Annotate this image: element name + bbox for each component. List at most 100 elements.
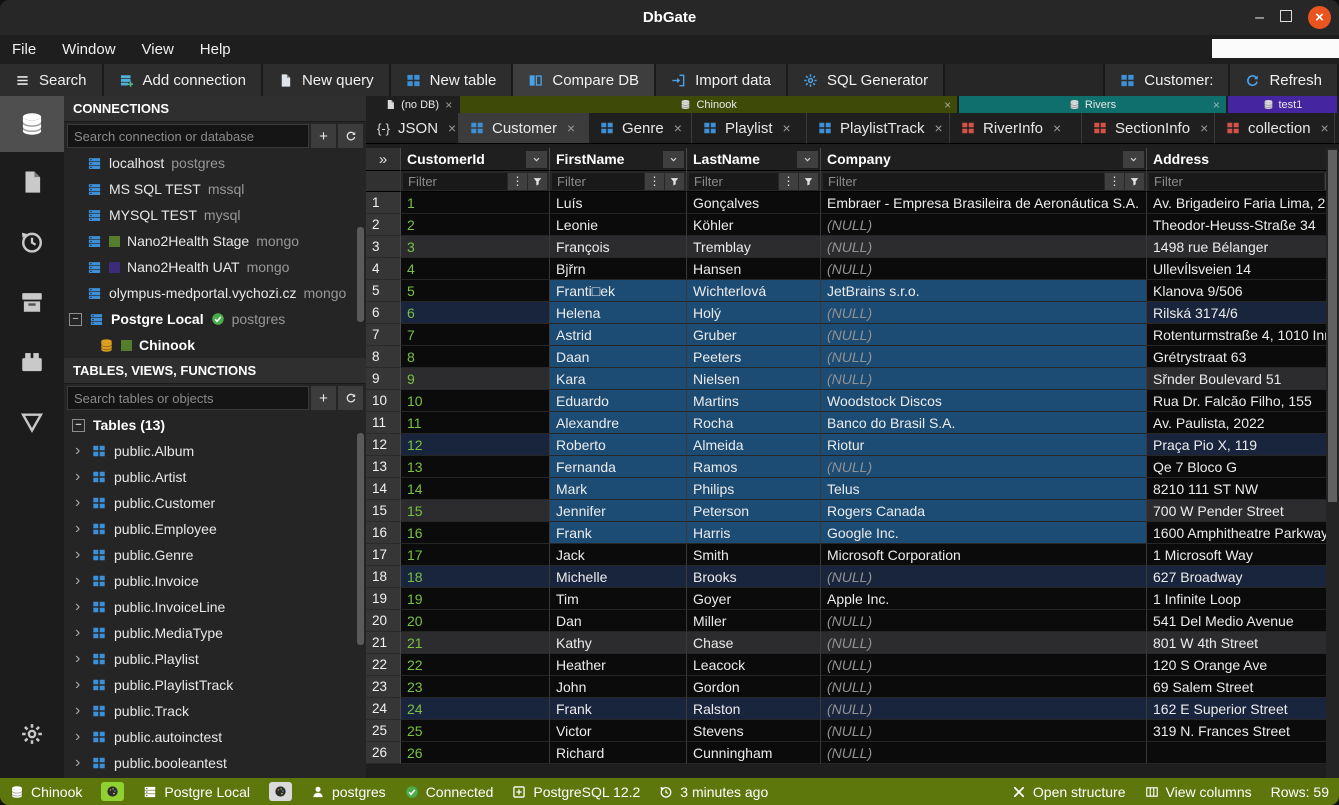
row-number[interactable]: 21: [366, 632, 401, 654]
toolbar-import-data[interactable]: Import data: [656, 64, 786, 96]
cell-lastname[interactable]: Tremblay: [687, 236, 821, 258]
rail-cell-data[interactable]: [0, 392, 64, 452]
close-icon[interactable]: ×: [1200, 120, 1208, 136]
collapse-icon[interactable]: −: [69, 313, 82, 326]
tables-group[interactable]: − Tables (13): [64, 412, 366, 438]
cell-firstname[interactable]: Frank: [550, 698, 687, 720]
cell-firstname[interactable]: Helena: [550, 302, 687, 324]
cell-customerid[interactable]: 19: [401, 588, 550, 610]
cell-customerid[interactable]: 12: [401, 434, 550, 456]
row-number[interactable]: 14: [366, 478, 401, 500]
row-number[interactable]: 9: [366, 368, 401, 390]
cell-company[interactable]: (NULL): [821, 742, 1147, 764]
row-number[interactable]: 15: [366, 500, 401, 522]
connection-olympus-medportal-vychozi-cz[interactable]: olympus-medportal.vychozi.czmongo: [64, 280, 366, 306]
filter-input[interactable]: Filter: [1149, 173, 1324, 190]
filter-funnel-button[interactable]: [665, 173, 684, 190]
close-icon[interactable]: ×: [1213, 98, 1220, 112]
connections-refresh-button[interactable]: [338, 124, 363, 148]
filter-menu-button[interactable]: ⋮: [645, 173, 664, 190]
close-icon[interactable]: ×: [1053, 120, 1061, 136]
chevron-right-icon[interactable]: ›: [75, 494, 84, 512]
close-icon[interactable]: ×: [567, 120, 575, 136]
row-number[interactable]: 24: [366, 698, 401, 720]
cell-company[interactable]: (NULL): [821, 346, 1147, 368]
column-header-company[interactable]: Company: [821, 148, 1147, 171]
table-public-invoice[interactable]: ›public.Invoice: [64, 568, 366, 594]
cell-lastname[interactable]: Nielsen: [687, 368, 821, 390]
chevron-right-icon[interactable]: ›: [75, 754, 84, 772]
cell-address[interactable]: Theodor-Heuss-Straße 34: [1147, 214, 1326, 236]
close-icon[interactable]: ×: [1321, 120, 1329, 136]
connection-postgre-local[interactable]: −Postgre Localpostgres: [64, 306, 366, 332]
toolbar-customer[interactable]: Customer:: [1105, 64, 1228, 96]
toolbar-refresh[interactable]: Refresh: [1230, 64, 1337, 96]
toolbar-search[interactable]: Search: [0, 64, 102, 96]
cell-customerid[interactable]: 17: [401, 544, 550, 566]
cell-lastname[interactable]: Harris: [687, 522, 821, 544]
cell-address[interactable]: 1498 rue Bélanger: [1147, 236, 1326, 258]
cell-address[interactable]: 8210 111 ST NW: [1147, 478, 1326, 500]
close-icon[interactable]: ×: [448, 120, 456, 136]
cell-customerid[interactable]: 1: [401, 192, 550, 214]
cell-address[interactable]: 69 Salem Street: [1147, 676, 1326, 698]
cell-customerid[interactable]: 8: [401, 346, 550, 368]
tab-riverinfo[interactable]: RiverInfo×: [950, 113, 1082, 143]
cell-company[interactable]: Google Inc.: [821, 522, 1147, 544]
cell-address[interactable]: Rotenturmstraße 4, 1010 Innere Stadt: [1147, 324, 1326, 346]
grid-vertical-scrollbar[interactable]: [1326, 148, 1339, 778]
cell-lastname[interactable]: Köhler: [687, 214, 821, 236]
cell-address[interactable]: 1 Infinite Loop: [1147, 588, 1326, 610]
cell-customerid[interactable]: 9: [401, 368, 550, 390]
cell-customerid[interactable]: 14: [401, 478, 550, 500]
status-open-structure[interactable]: Open structure: [1012, 784, 1126, 800]
cell-customerid[interactable]: 15: [401, 500, 550, 522]
toolbar-add-connection[interactable]: Add connection: [104, 64, 261, 96]
cell-customerid[interactable]: 10: [401, 390, 550, 412]
status-palette-badge[interactable]: [269, 782, 292, 801]
vscroll-thumb[interactable]: [1328, 150, 1337, 502]
cell-company[interactable]: JetBrains s.r.o.: [821, 280, 1147, 302]
close-icon[interactable]: ×: [445, 98, 452, 112]
cell-address[interactable]: 627 Broadway: [1147, 566, 1326, 588]
column-dropdown-button[interactable]: [663, 151, 684, 168]
connection-nano2health-stage[interactable]: Nano2Health Stagemongo: [64, 228, 366, 254]
cell-company[interactable]: Microsoft Corporation: [821, 544, 1147, 566]
cell-lastname[interactable]: Wichterlová: [687, 280, 821, 302]
cell-address[interactable]: UllevÍlsveien 14: [1147, 258, 1326, 280]
status-postgresql-12-2[interactable]: PostgreSQL 12.2: [512, 784, 640, 800]
cell-company[interactable]: Telus: [821, 478, 1147, 500]
tables-scrollbar[interactable]: [357, 433, 364, 645]
cell-address[interactable]: 120 S Orange Ave: [1147, 654, 1326, 676]
tab-group-rivers[interactable]: Rivers×: [959, 96, 1226, 113]
table-public-employee[interactable]: ›public.Employee: [64, 516, 366, 542]
cell-customerid[interactable]: 3: [401, 236, 550, 258]
rail-archive[interactable]: [0, 272, 64, 332]
row-number[interactable]: 5: [366, 280, 401, 302]
cell-lastname[interactable]: Smith: [687, 544, 821, 566]
cell-firstname[interactable]: Astrid: [550, 324, 687, 346]
tab-customer[interactable]: Customer×: [459, 113, 589, 143]
tab-sectioninfo[interactable]: SectionInfo×: [1082, 113, 1215, 143]
cell-address[interactable]: 319 N. Frances Street: [1147, 720, 1326, 742]
column-header-firstname[interactable]: FirstName: [550, 148, 687, 171]
row-number[interactable]: 4: [366, 258, 401, 280]
toolbar-sql-generator[interactable]: SQL Generator: [788, 64, 943, 96]
table-public-album[interactable]: ›public.Album: [64, 438, 366, 464]
status-rows-59[interactable]: Rows: 59: [1271, 784, 1329, 800]
cell-lastname[interactable]: Peeters: [687, 346, 821, 368]
cell-firstname[interactable]: Alexandre: [550, 412, 687, 434]
cell-address[interactable]: 1600 Amphitheatre Parkway: [1147, 522, 1326, 544]
cell-customerid[interactable]: 23: [401, 676, 550, 698]
cell-company[interactable]: (NULL): [821, 368, 1147, 390]
cell-firstname[interactable]: Victor: [550, 720, 687, 742]
cell-company[interactable]: Woodstock Discos: [821, 390, 1147, 412]
grid-expand-all[interactable]: »: [366, 148, 401, 171]
cell-company[interactable]: (NULL): [821, 302, 1147, 324]
cell-company[interactable]: (NULL): [821, 236, 1147, 258]
cell-customerid[interactable]: 6: [401, 302, 550, 324]
cell-lastname[interactable]: Brooks: [687, 566, 821, 588]
cell-lastname[interactable]: Cunningham: [687, 742, 821, 764]
cell-lastname[interactable]: Almeida: [687, 434, 821, 456]
cell-firstname[interactable]: Daan: [550, 346, 687, 368]
